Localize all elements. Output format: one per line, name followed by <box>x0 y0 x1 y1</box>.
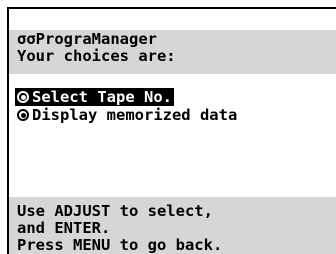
program-manager-screen: σσPrograManager Your choices are: Select… <box>7 7 336 254</box>
menu-item-highlight[interactable]: Select Tape No. <box>15 88 174 106</box>
help-text-line-1: Use ADJUST to select, <box>17 202 213 220</box>
help-text-line-3: Press MENU to go back. <box>17 236 223 254</box>
choices-prompt: Your choices are: <box>17 47 176 65</box>
app-title: σσPrograManager <box>17 30 157 48</box>
menu-item-display-memorized[interactable]: Display memorized data <box>17 107 237 124</box>
menu-item-select-tape[interactable]: Select Tape No. <box>15 88 174 106</box>
radio-bullet-icon <box>17 109 29 121</box>
menu-item-label: Display memorized data <box>32 106 238 124</box>
radio-bullet-icon <box>17 91 29 103</box>
menu-item-label: Select Tape No. <box>32 88 172 106</box>
help-text-line-2: and ENTER. <box>17 219 111 237</box>
